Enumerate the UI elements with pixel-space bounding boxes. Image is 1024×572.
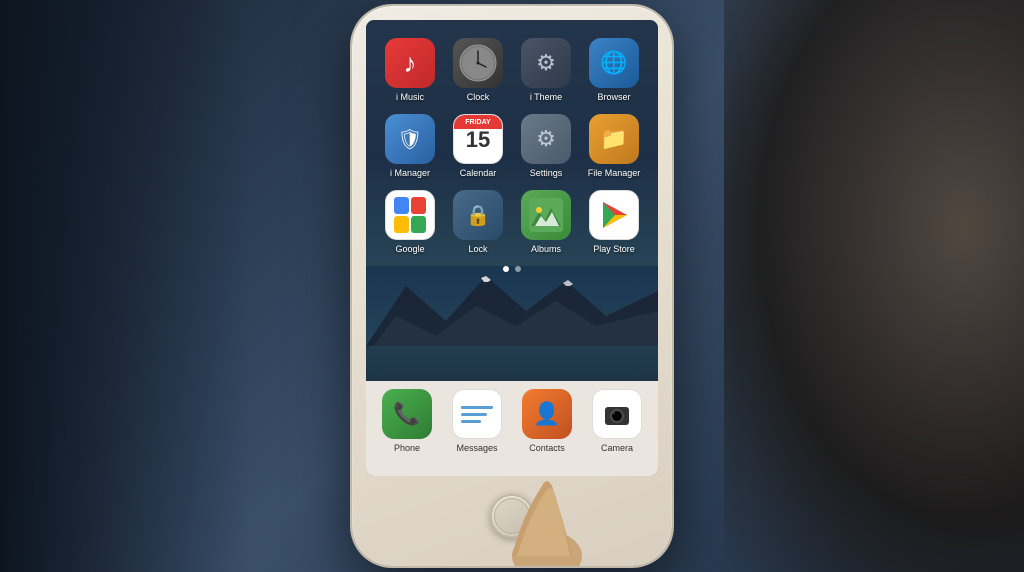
calendar-label: Calendar	[460, 168, 497, 178]
itheme-icon: ⚙	[521, 38, 571, 88]
folder-icon: 📁	[600, 126, 627, 152]
clock-label: Clock	[467, 92, 490, 102]
google-icon	[385, 190, 435, 240]
dock-row: 📞 Phone Messages	[372, 389, 652, 453]
google-cell-green	[411, 216, 426, 233]
bg-person-silhouette	[724, 0, 1024, 572]
finger-overlay	[492, 456, 612, 566]
dock-contacts-label: Contacts	[529, 443, 565, 453]
app-browser[interactable]: 🌐 Browser	[583, 38, 645, 102]
browser-icon: 🌐	[589, 38, 639, 88]
msg-line-1	[461, 406, 493, 409]
shield-icon: 🛡	[397, 127, 422, 152]
app-albums[interactable]: Albums	[515, 190, 577, 254]
app-settings[interactable]: ⚙ Settings	[515, 114, 577, 178]
calendar-icon: FRIDAY 15	[453, 114, 503, 164]
settings-label: Settings	[530, 168, 563, 178]
browser-label: Browser	[597, 92, 630, 102]
dock-messages-label: Messages	[456, 443, 497, 453]
lock-icon-bg: 🔒	[453, 190, 503, 240]
settings-gear-icon: ⚙	[536, 126, 556, 152]
playstore-label: Play Store	[593, 244, 635, 254]
person-icon: 👤	[533, 401, 560, 427]
filemanager-icon: 📁	[589, 114, 639, 164]
imusic-label: i Music	[396, 92, 424, 102]
app-row-2: 🛡 i Manager FRIDAY 15 Calendar ⚙	[376, 114, 648, 178]
msg-line-3	[461, 420, 481, 423]
page-dot-2[interactable]	[515, 266, 521, 272]
dock-camera[interactable]: Camera	[586, 389, 648, 453]
app-playstore[interactable]: Play Store	[583, 190, 645, 254]
globe-icon: 🌐	[600, 50, 627, 76]
dock-camera-label: Camera	[601, 443, 633, 453]
clock-icon	[453, 38, 503, 88]
app-google[interactable]: Google	[379, 190, 441, 254]
app-row-1: ♪ i Music	[376, 38, 648, 102]
messages-lines	[455, 400, 499, 429]
google-label: Google	[395, 244, 424, 254]
phone-body: ♪ i Music	[352, 6, 672, 566]
app-itheme[interactable]: ⚙ i Theme	[515, 38, 577, 102]
itheme-label: i Theme	[530, 92, 562, 102]
imanager-icon: 🛡	[385, 114, 435, 164]
music-note-icon: ♪	[404, 48, 417, 79]
settings-icon: ⚙	[521, 114, 571, 164]
dock-messages-icon	[452, 389, 502, 439]
lock-label: Lock	[468, 244, 487, 254]
dock-phone-icon: 📞	[382, 389, 432, 439]
app-grid: ♪ i Music	[366, 30, 658, 288]
dock-contacts[interactable]: 👤 Contacts	[516, 389, 578, 453]
phone: ♪ i Music	[352, 6, 672, 566]
google-cell-red	[411, 197, 426, 214]
playstore-icon	[589, 190, 639, 240]
dock-phone-label: Phone	[394, 443, 420, 453]
imusic-icon: ♪	[385, 38, 435, 88]
phone-handset-icon: 📞	[393, 401, 420, 427]
bg-left-shadow	[0, 0, 250, 572]
imanager-label: i Manager	[390, 168, 430, 178]
app-imusic[interactable]: ♪ i Music	[379, 38, 441, 102]
albums-icon	[521, 190, 571, 240]
lock-icon: 🔒	[466, 203, 491, 228]
page-dot-1[interactable]	[503, 266, 509, 272]
dock-contacts-icon: 👤	[522, 389, 572, 439]
app-row-3: Google 🔒 Lock	[376, 190, 648, 254]
app-calendar[interactable]: FRIDAY 15 Calendar	[447, 114, 509, 178]
theme-gear-icon: ⚙	[536, 50, 556, 76]
app-lock[interactable]: 🔒 Lock	[447, 190, 509, 254]
app-clock[interactable]: Clock	[447, 38, 509, 102]
dock-messages[interactable]: Messages	[446, 389, 508, 453]
app-filemanager[interactable]: 📁 File Manager	[583, 114, 645, 178]
msg-line-2	[461, 413, 487, 416]
dock-camera-icon	[592, 389, 642, 439]
albums-label: Albums	[531, 244, 561, 254]
filemanager-label: File Manager	[588, 168, 641, 178]
app-imanager[interactable]: 🛡 i Manager	[379, 114, 441, 178]
dock-phone[interactable]: 📞 Phone	[376, 389, 438, 453]
phone-screen: ♪ i Music	[366, 20, 658, 476]
page-dots	[376, 266, 648, 272]
calendar-date: 15	[454, 129, 502, 151]
google-cell-blue	[394, 197, 409, 214]
google-cell-yellow	[394, 216, 409, 233]
